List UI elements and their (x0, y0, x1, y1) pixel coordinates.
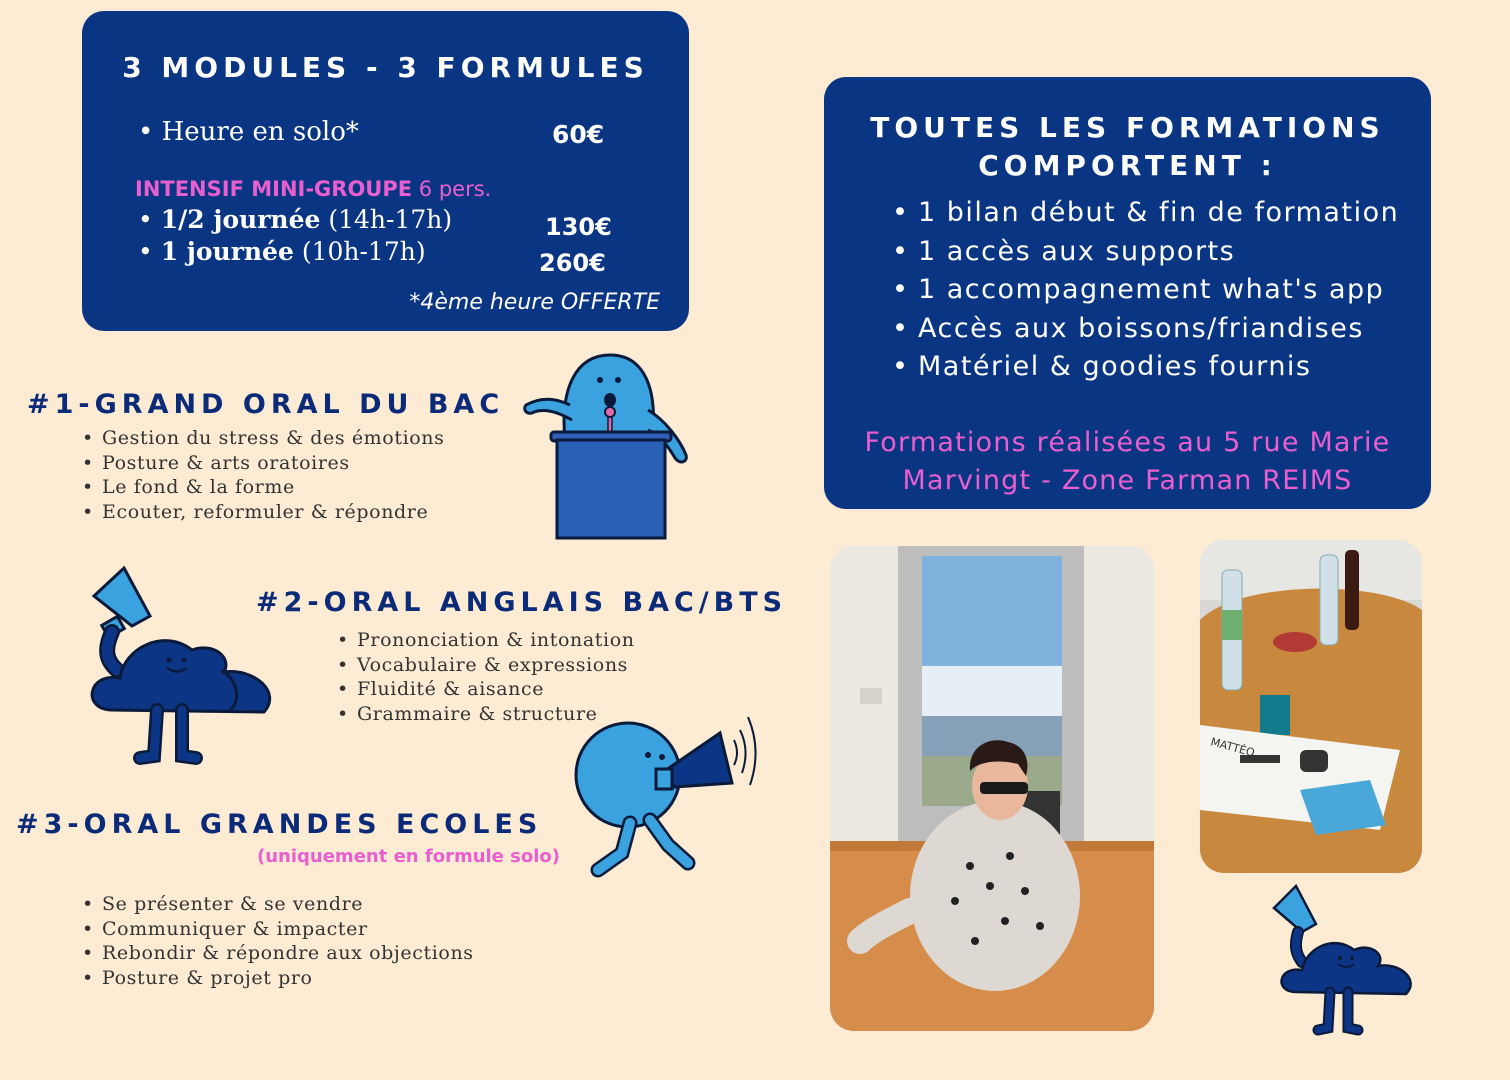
group-heading: INTENSIF MINI-GROUPE 6 pers. (135, 177, 491, 201)
features-card: TOUTES LES FORMATIONS COMPORTENT : 1 bil… (824, 77, 1431, 509)
pricing-note: *4ème heure OFFERTE (409, 290, 660, 315)
list-item: Rebondir & répondre aux objections (82, 941, 474, 966)
list-item: Posture & arts oratoires (82, 451, 444, 476)
full-day-label: 1 journée (160, 237, 294, 266)
solo-price: 60€ (552, 120, 605, 149)
group-label: INTENSIF MINI-GROUPE (135, 177, 413, 201)
features-title-line1: TOUTES LES FORMATIONS (870, 111, 1385, 144)
features-title-line2: COMPORTENT : (978, 149, 1277, 182)
list-item: Prononciation & intonation (337, 628, 635, 653)
list-item: Le fond & la forme (82, 475, 444, 500)
pricing-card: 3 MODULES - 3 FORMULES • Heure en solo* … (82, 11, 689, 331)
module-3-subtitle: (uniquement en formule solo) (257, 846, 561, 867)
half-day-price: 130€ (545, 213, 612, 241)
list-item: Posture & projet pro (82, 966, 474, 991)
list-item: Matériel & goodies fournis (892, 348, 1399, 387)
solo-row: • Heure en solo* (138, 117, 359, 147)
small-cloud-mascot-illustration (1272, 883, 1412, 1036)
module-1-title: #1-GRAND ORAL DU BAC (27, 389, 505, 420)
list-item: 1 bilan début & fin de formation (892, 194, 1399, 233)
mascot-podium-illustration (523, 353, 688, 540)
module-2-title: #2-ORAL ANGLAIS BAC/BTS (256, 587, 788, 618)
location-line1: Formations réalisées au 5 rue Marie (864, 427, 1391, 458)
list-item: 1 accompagnement what's app (892, 271, 1399, 310)
half-day-label: 1/2 journée (160, 205, 321, 234)
module-1-list: Gestion du stress & des émotions Posture… (82, 426, 444, 524)
full-day-price: 260€ (539, 249, 606, 277)
pricing-title: 3 MODULES - 3 FORMULES (122, 51, 649, 84)
full-day-row: • 1 journée (10h-17h) (138, 237, 426, 266)
group-size: 6 pers. (418, 177, 492, 201)
cloud-mascot-megaphone-illustration (90, 565, 272, 765)
walking-mascot-megaphone-illustration (574, 716, 757, 878)
module-3-list: Se présenter & se vendre Communiquer & i… (82, 892, 474, 990)
list-item: Communiquer & impacter (82, 917, 474, 942)
list-item: Accès aux boissons/friandises (892, 310, 1399, 349)
list-item: Gestion du stress & des émotions (82, 426, 444, 451)
half-day-hours: (14h-17h) (328, 205, 453, 234)
list-item: Ecouter, reformuler & répondre (82, 500, 444, 525)
half-day-row: • 1/2 journée (14h-17h) (138, 205, 453, 234)
list-item: 1 accès aux supports (892, 233, 1399, 272)
solo-label: Heure en solo* (161, 117, 359, 147)
module-3-title: #3-ORAL GRANDES ECOLES (16, 809, 543, 840)
features-list: 1 bilan début & fin de formation 1 accès… (892, 194, 1399, 387)
list-item: Se présenter & se vendre (82, 892, 474, 917)
list-item: Vocabulaire & expressions (337, 653, 635, 678)
photo-trainer-at-desk (830, 546, 1154, 1031)
full-day-hours: (10h-17h) (301, 237, 426, 266)
photo-training-table: MATTÉO (1200, 540, 1422, 873)
location-line2: Marvingt - Zone Farman REIMS (902, 465, 1353, 496)
